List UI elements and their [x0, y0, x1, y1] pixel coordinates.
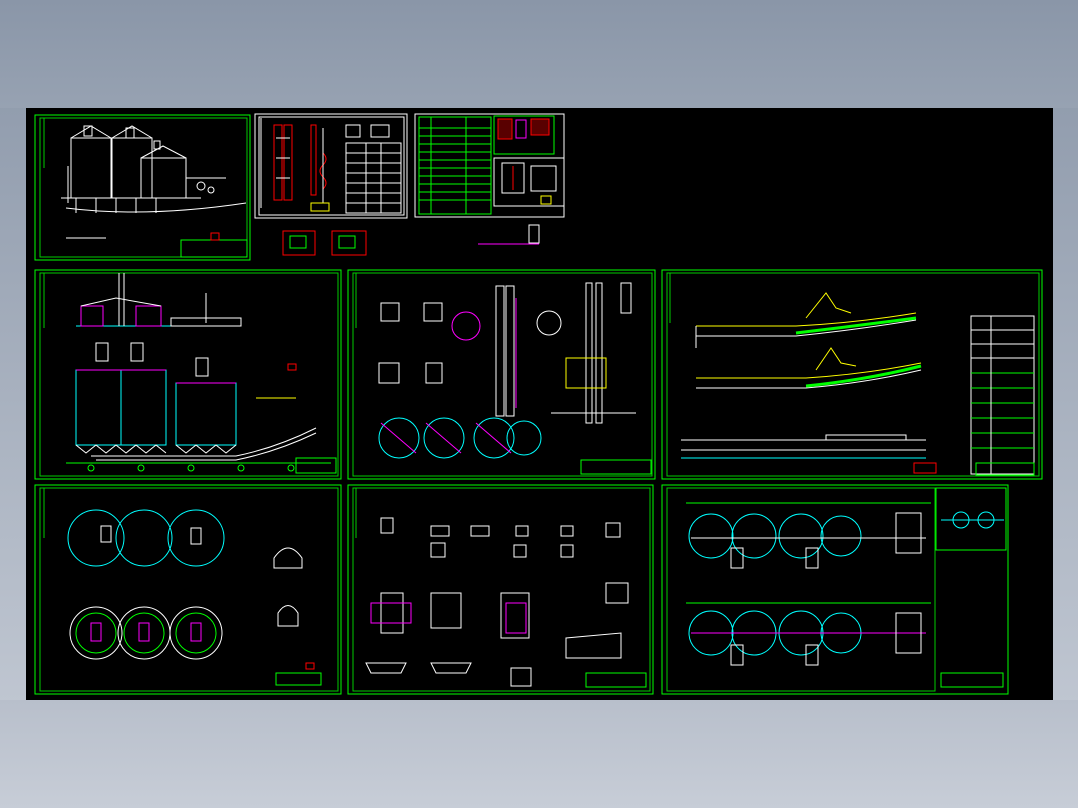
cad-drawing [34, 113, 1043, 695]
thumbnail-pair[interactable] [282, 230, 367, 256]
sheet-conveyor-profile[interactable] [661, 269, 1043, 480]
sheet-section-details[interactable] [347, 269, 656, 480]
sheet-layout-plan[interactable] [661, 484, 1009, 695]
sheet-equipment-list[interactable] [414, 113, 565, 245]
viewer-background-bottom [0, 700, 1078, 808]
cad-drawing-canvas[interactable] [26, 108, 1053, 700]
sheet-silo-elevation[interactable] [34, 269, 342, 480]
viewer-background-top [0, 0, 1078, 108]
sheet-silo-plan[interactable] [34, 484, 342, 695]
sheet-embedded-parts[interactable] [347, 484, 654, 695]
sheet-bucket-elevator[interactable] [254, 113, 408, 219]
sheet-process-flow[interactable] [34, 114, 251, 261]
